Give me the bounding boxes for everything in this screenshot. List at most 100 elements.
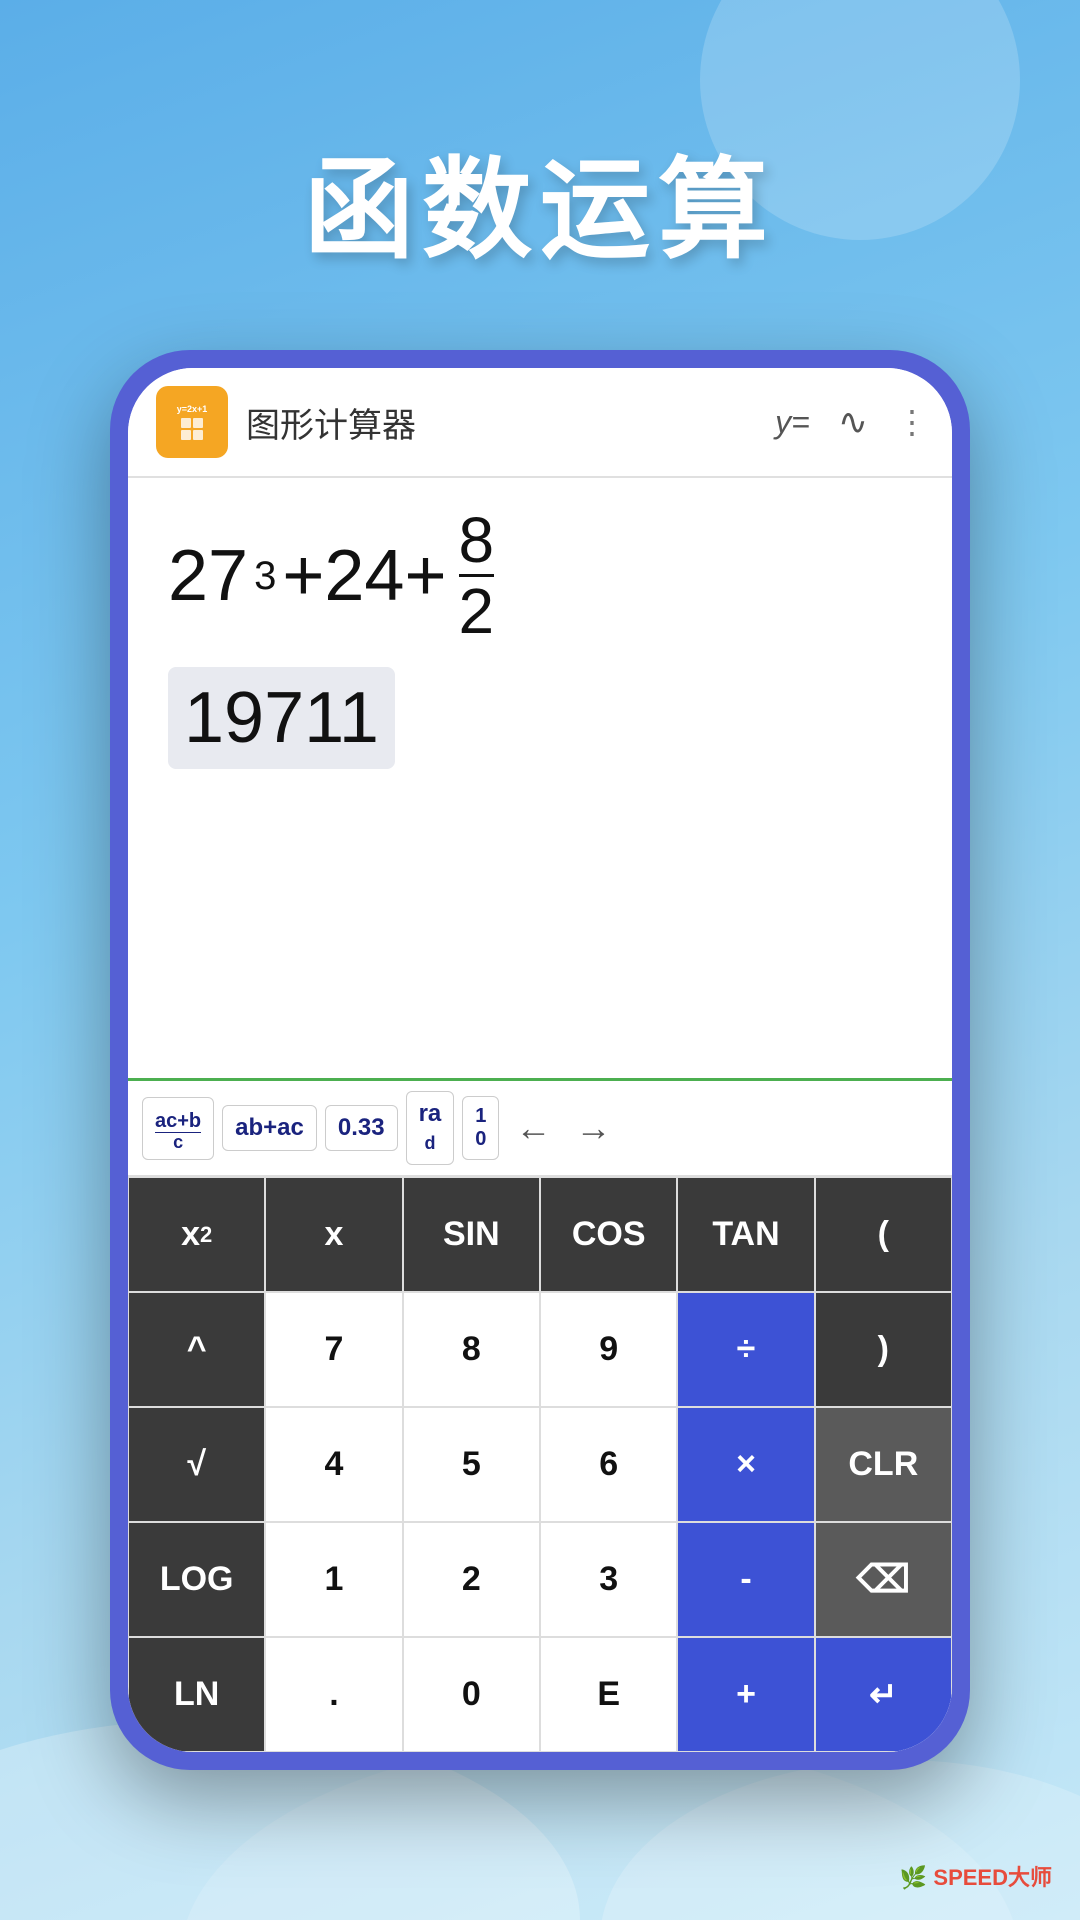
six-label: 6 bbox=[599, 1445, 618, 1484]
ln-label: LN bbox=[174, 1675, 219, 1714]
formula-expand-label: ab+ac bbox=[235, 1114, 304, 1141]
expr-plus-24: +24+ bbox=[282, 535, 446, 617]
app-header: y=2x+1 图形计算器 y= ∿ ⋮ bbox=[128, 368, 952, 478]
cos-label: COS bbox=[572, 1215, 646, 1254]
grid-cell-2 bbox=[193, 418, 203, 428]
one-label: 1 bbox=[325, 1560, 344, 1599]
log-label: LOG bbox=[160, 1560, 234, 1599]
seven-key[interactable]: 7 bbox=[265, 1292, 402, 1407]
x-squared-key[interactable]: x2 bbox=[128, 1177, 265, 1292]
eight-key[interactable]: 8 bbox=[403, 1292, 540, 1407]
close-paren-key[interactable]: ) bbox=[815, 1292, 952, 1407]
formula-decimal-label: 0.33 bbox=[338, 1114, 385, 1141]
multiply-key[interactable]: × bbox=[677, 1407, 814, 1522]
clear-label: CLR bbox=[848, 1445, 918, 1484]
formula-decimal-btn[interactable]: 0.33 bbox=[325, 1105, 398, 1151]
tan-label: TAN bbox=[712, 1215, 779, 1254]
watermark-leaf: 🌿 bbox=[900, 1865, 927, 1890]
eight-label: 8 bbox=[462, 1330, 481, 1369]
app-icon-grid bbox=[181, 418, 203, 440]
two-label: 2 bbox=[462, 1560, 481, 1599]
keyboard-area: ac+b c ab+ac 0.33 rad 10 ← → bbox=[128, 1078, 952, 1752]
nine-label: 9 bbox=[599, 1330, 618, 1369]
open-paren-key[interactable]: ( bbox=[815, 1177, 952, 1292]
sqrt-key[interactable]: √ bbox=[128, 1407, 265, 1522]
e-key[interactable]: E bbox=[540, 1637, 677, 1752]
result-container: 19711 bbox=[168, 659, 912, 769]
minus-key[interactable]: - bbox=[677, 1522, 814, 1637]
fraction: 8 2 bbox=[459, 508, 495, 643]
zero-key[interactable]: 0 bbox=[403, 1637, 540, 1752]
enter-icon: ↵ bbox=[869, 1675, 898, 1715]
open-paren-label: ( bbox=[878, 1215, 889, 1254]
minus-label: - bbox=[740, 1560, 751, 1599]
backspace-icon: ⌫ bbox=[856, 1557, 910, 1602]
e-label: E bbox=[597, 1675, 620, 1714]
six-key[interactable]: 6 bbox=[540, 1407, 677, 1522]
five-label: 5 bbox=[462, 1445, 481, 1484]
grid-cell-3 bbox=[181, 430, 191, 440]
more-options-icon[interactable]: ⋮ bbox=[896, 403, 924, 441]
key-grid: x2 x SIN COS TAN ( ^ bbox=[128, 1175, 952, 1752]
divide-key[interactable]: ÷ bbox=[677, 1292, 814, 1407]
dot-label: . bbox=[329, 1675, 338, 1714]
plus-key[interactable]: + bbox=[677, 1637, 814, 1752]
x-label: x bbox=[325, 1215, 344, 1254]
formula-10-btn[interactable]: 10 bbox=[462, 1096, 499, 1160]
nav-right-arrow[interactable]: → bbox=[567, 1103, 619, 1153]
three-key[interactable]: 3 bbox=[540, 1522, 677, 1637]
power-label: ^ bbox=[187, 1330, 207, 1369]
formula-bar: ac+b c ab+ac 0.33 rad 10 ← → bbox=[128, 1078, 952, 1175]
backspace-key[interactable]: ⌫ bbox=[815, 1522, 952, 1637]
formula-rad-btn[interactable]: rad bbox=[406, 1091, 455, 1165]
close-paren-label: ) bbox=[878, 1330, 889, 1369]
four-key[interactable]: 4 bbox=[265, 1407, 402, 1522]
plus-label: + bbox=[736, 1675, 756, 1714]
fraction-denominator: 2 bbox=[459, 577, 495, 643]
clear-key[interactable]: CLR bbox=[815, 1407, 952, 1522]
watermark-brand: SPEED大师 bbox=[933, 1865, 1052, 1890]
app-icon[interactable]: y=2x+1 bbox=[156, 386, 228, 458]
tan-key[interactable]: TAN bbox=[677, 1177, 814, 1292]
sqrt-label: √ bbox=[187, 1445, 206, 1484]
expression-line: 273+24+ 8 2 bbox=[168, 508, 912, 643]
nine-key[interactable]: 9 bbox=[540, 1292, 677, 1407]
formula-fraction-btn[interactable]: ac+b c bbox=[142, 1097, 214, 1160]
multiply-label: × bbox=[736, 1445, 756, 1484]
phone-screen: y=2x+1 图形计算器 y= ∿ ⋮ 273+24+ 8 bbox=[128, 368, 952, 1752]
y-equals-icon[interactable]: y= bbox=[775, 404, 810, 441]
ln-key[interactable]: LN bbox=[128, 1637, 265, 1752]
result-line: 19711 bbox=[168, 667, 395, 769]
formula-10-label: 10 bbox=[475, 1105, 486, 1151]
nav-left-arrow[interactable]: ← bbox=[507, 1103, 559, 1153]
header-icons: y= ∿ ⋮ bbox=[775, 401, 924, 443]
wave-icon[interactable]: ∿ bbox=[838, 401, 868, 443]
sin-label: SIN bbox=[443, 1215, 500, 1254]
log-key[interactable]: LOG bbox=[128, 1522, 265, 1637]
grid-cell-4 bbox=[193, 430, 203, 440]
watermark: 🌿 SPEED大师 bbox=[900, 1860, 1052, 1892]
page-title: 函数运算 bbox=[0, 120, 1080, 280]
fraction-numerator: 8 bbox=[459, 508, 495, 577]
divide-label: ÷ bbox=[737, 1330, 756, 1369]
cos-key[interactable]: COS bbox=[540, 1177, 677, 1292]
app-icon-formula: y=2x+1 bbox=[177, 404, 208, 415]
enter-key[interactable]: ↵ bbox=[815, 1637, 952, 1752]
fraction-formula-icon: ac+b c bbox=[155, 1111, 201, 1151]
x-key[interactable]: x bbox=[265, 1177, 402, 1292]
two-key[interactable]: 2 bbox=[403, 1522, 540, 1637]
formula-expand-btn[interactable]: ab+ac bbox=[222, 1105, 317, 1151]
power-key[interactable]: ^ bbox=[128, 1292, 265, 1407]
three-label: 3 bbox=[599, 1560, 618, 1599]
app-title: 图形计算器 bbox=[246, 398, 775, 447]
sin-key[interactable]: SIN bbox=[403, 1177, 540, 1292]
grid-cell-1 bbox=[181, 418, 191, 428]
zero-label: 0 bbox=[462, 1675, 481, 1714]
display-area: 273+24+ 8 2 19711 bbox=[128, 478, 952, 1078]
seven-label: 7 bbox=[325, 1330, 344, 1369]
expr-base: 27 bbox=[168, 535, 248, 617]
dot-key[interactable]: . bbox=[265, 1637, 402, 1752]
five-key[interactable]: 5 bbox=[403, 1407, 540, 1522]
four-label: 4 bbox=[325, 1445, 344, 1484]
one-key[interactable]: 1 bbox=[265, 1522, 402, 1637]
